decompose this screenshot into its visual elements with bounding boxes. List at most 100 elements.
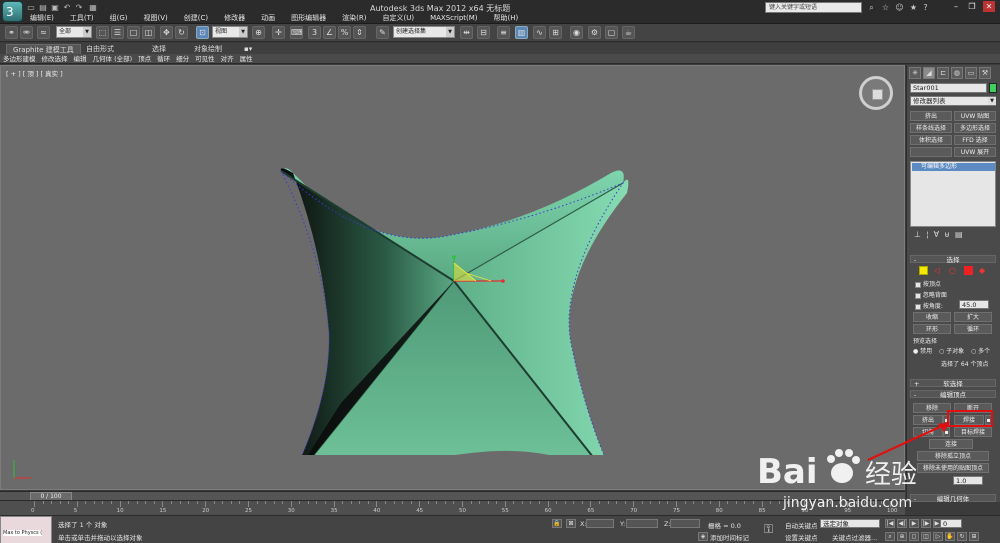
selection-rollout-header[interactable]: - 选择	[910, 255, 996, 264]
tab-graphite[interactable]: Graphite 建模工具	[6, 44, 81, 54]
panel-align[interactable]: 对齐	[218, 54, 237, 63]
set-key-button[interactable]: 设置关键点	[785, 532, 818, 542]
panel-vertices[interactable]: 顶点	[135, 54, 154, 63]
panel-edit[interactable]: 编辑	[71, 54, 90, 63]
schematic-view-icon[interactable]: ⊞	[549, 26, 562, 39]
graphite-toggle-icon[interactable]: ▥	[515, 26, 528, 39]
next-frame-icon[interactable]: |▶	[921, 519, 931, 528]
key-filters-button[interactable]: 关键点过滤器...	[832, 532, 877, 542]
ignore-backfacing-checkbox[interactable]	[915, 292, 921, 299]
panel-subdivision[interactable]: 细分	[173, 54, 192, 63]
maxscript-listener[interactable]: Max to Physcs (	[0, 516, 52, 543]
edge-level-icon[interactable]: ◁	[934, 266, 943, 275]
create-tab-icon[interactable]: ✳	[909, 67, 921, 79]
ffd-select-button[interactable]: FFD 选择	[954, 135, 996, 145]
spinner-snap-icon[interactable]: ⇕	[353, 26, 366, 39]
by-angle-option[interactable]: 按角度:	[915, 301, 943, 310]
save-file-icon[interactable]: ▣	[50, 3, 60, 13]
app-logo-icon[interactable]: 3	[2, 1, 23, 22]
remove-vertex-button[interactable]: 移除	[913, 403, 951, 413]
help-icon[interactable]: ?	[920, 2, 931, 13]
menu-animation[interactable]: 动画	[253, 13, 283, 24]
empty-modifier-button[interactable]	[910, 147, 952, 157]
maxscript-text[interactable]: Max to Physcs (	[3, 530, 43, 536]
select-manipulate-icon[interactable]: ✛	[272, 26, 285, 39]
menu-views[interactable]: 视图(V)	[136, 13, 176, 24]
track-bar[interactable]: 0 5 10 15 20 25 30 35 40 45 50 55 60 65 70 75 80 85 90 95 10…	[0, 500, 905, 515]
tab-selection[interactable]: 选择	[146, 44, 172, 54]
mirror-icon[interactable]: ⇹	[460, 26, 473, 39]
absolute-mode-icon[interactable]: ⊠	[566, 519, 576, 528]
rect-selection-icon[interactable]: □	[127, 26, 140, 39]
time-tag-icon[interactable]: ◈	[698, 532, 708, 541]
maximize-button[interactable]: ❐	[966, 1, 978, 12]
zoom-all-icon[interactable]: ⊕	[897, 532, 907, 541]
menu-create[interactable]: 创建(C)	[176, 13, 216, 24]
close-button[interactable]: ✕	[983, 1, 995, 12]
lock-selection-icon[interactable]: 🔒	[552, 519, 562, 528]
named-selection-dropdown[interactable]: 创建选择集 ▼	[393, 26, 455, 38]
go-to-start-icon[interactable]: |◀	[885, 519, 895, 528]
by-angle-checkbox[interactable]	[915, 303, 921, 310]
menu-graph-editors[interactable]: 图形编辑器	[283, 13, 334, 24]
object-name-field[interactable]: Star001	[910, 83, 987, 93]
zoom-icon[interactable]: ⌕	[885, 532, 895, 541]
configure-sets-icon[interactable]: ▤	[955, 230, 963, 242]
curve-editor-icon[interactable]: ∿	[533, 26, 546, 39]
favorites-icon[interactable]: ★	[908, 2, 919, 13]
gizmo-x-handle[interactable]	[501, 279, 505, 283]
layer-manager-icon[interactable]: ≡	[497, 26, 510, 39]
menu-tools[interactable]: 工具(T)	[62, 13, 102, 24]
viewport-label[interactable]: [ + ] [ 顶 ] [ 真实 ]	[6, 68, 63, 78]
preview-disabled-radio[interactable]: ● 禁用	[913, 346, 932, 355]
modifier-list-dropdown[interactable]: 修改器列表	[910, 96, 996, 106]
menu-modifiers[interactable]: 修改器	[216, 13, 253, 24]
viewcube-face[interactable]	[872, 89, 883, 100]
x-coord-field[interactable]	[586, 519, 614, 528]
element-level-icon[interactable]: ◆	[979, 266, 988, 275]
stack-item-editable-poly[interactable]: 可编辑多边形	[912, 163, 995, 171]
communication-icon[interactable]: ☺	[894, 2, 905, 13]
project-folder-icon[interactable]: ▦	[88, 3, 98, 13]
auto-key-button[interactable]: 自动关键点	[785, 520, 818, 530]
panel-geometry-all[interactable]: 几何体 (全部)	[90, 54, 136, 63]
edit-vertices-rollout-header[interactable]: - 编辑顶点	[910, 390, 996, 399]
preview-multi-radio[interactable]: ○ 多个	[971, 346, 990, 355]
motion-tab-icon[interactable]: ◍	[951, 67, 963, 79]
vertex-level-icon[interactable]	[919, 266, 928, 275]
subscription-icon[interactable]: ☆	[880, 2, 891, 13]
orbit-icon[interactable]: ↻	[957, 532, 967, 541]
menu-edit[interactable]: 编辑(E)	[22, 13, 62, 24]
select-link-icon[interactable]: ⚭	[5, 26, 18, 39]
open-file-icon[interactable]: ▤	[38, 3, 48, 13]
tab-object-paint[interactable]: 对象绘制	[188, 44, 228, 54]
remove-modifier-icon[interactable]: ⊎	[944, 230, 950, 242]
minimize-button[interactable]: –	[950, 1, 962, 12]
modify-tab-icon[interactable]: ◢	[923, 67, 935, 79]
unlink-icon[interactable]: ⚮	[20, 26, 33, 39]
menu-help[interactable]: 帮助(H)	[486, 13, 527, 24]
menu-maxscript[interactable]: MAXScript(M)	[422, 13, 485, 24]
pan-icon[interactable]: ✋	[945, 532, 955, 541]
search-icon[interactable]: ⌕	[866, 2, 877, 13]
polygon-level-icon[interactable]	[964, 266, 973, 275]
material-editor-icon[interactable]: ◉	[570, 26, 583, 39]
rotate-icon[interactable]: ↻	[175, 26, 188, 39]
select-by-name-icon[interactable]: ☰	[111, 26, 124, 39]
redo-icon[interactable]: ↷	[74, 3, 84, 13]
render-frame-icon[interactable]: ▢	[605, 26, 618, 39]
angle-value-field[interactable]: 45.0	[959, 300, 989, 309]
menu-customize[interactable]: 自定义(U)	[374, 13, 422, 24]
by-vertex-option[interactable]: 按顶点	[915, 279, 941, 288]
soft-selection-rollout-header[interactable]: + 软选择	[910, 379, 996, 388]
extrude-modifier-button[interactable]: 挤出	[910, 111, 952, 121]
uvw-unwrap-button[interactable]: UVW 展开	[954, 147, 996, 157]
panel-loops[interactable]: 循环	[154, 54, 173, 63]
render-icon[interactable]: ☕	[622, 26, 635, 39]
prev-frame-icon[interactable]: ◀|	[897, 519, 907, 528]
maximize-viewport-icon[interactable]: ⊞	[969, 532, 979, 541]
select-object-icon[interactable]: ⬚	[96, 26, 109, 39]
panel-properties[interactable]: 属性	[237, 54, 256, 63]
move-icon[interactable]: ✥	[160, 26, 173, 39]
ribbon-options-icon[interactable]: ▪▾	[238, 44, 258, 54]
